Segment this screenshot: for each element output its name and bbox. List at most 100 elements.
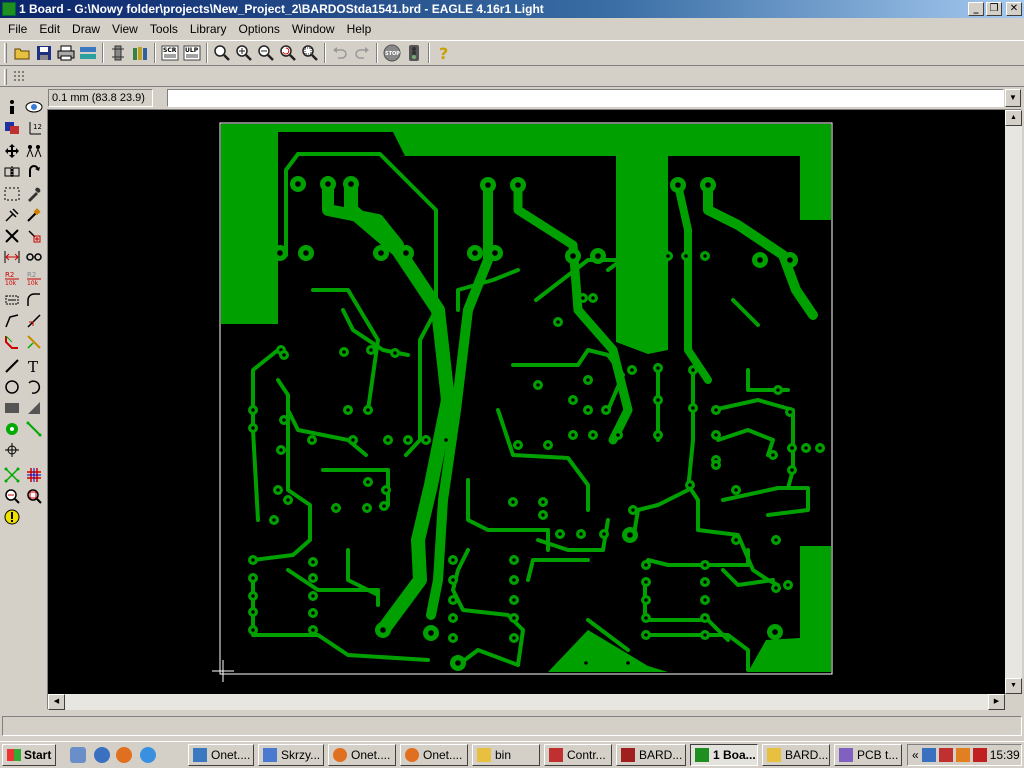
scroll-up-button[interactable]: ▲: [1005, 110, 1022, 126]
name-icon[interactable]: R2 10k: [2, 268, 22, 288]
task-button[interactable]: BARD...: [762, 744, 830, 766]
move-icon[interactable]: [2, 141, 22, 161]
auto-icon[interactable]: [24, 465, 44, 485]
scroll-down-button[interactable]: ▼: [1005, 678, 1022, 694]
task-button-active[interactable]: 1 Boa...: [690, 744, 758, 766]
task-button[interactable]: PCB t...: [834, 744, 902, 766]
task-button[interactable]: BARD...: [616, 744, 686, 766]
tray-k-icon[interactable]: [972, 748, 987, 762]
network-icon[interactable]: [921, 748, 936, 762]
board-canvas[interactable]: [48, 110, 1005, 694]
cam-icon[interactable]: [77, 42, 99, 64]
polygon-icon[interactable]: [24, 398, 44, 418]
help-icon[interactable]: ?: [433, 42, 455, 64]
task-button[interactable]: Skrzy...: [258, 744, 324, 766]
via-icon[interactable]: [2, 419, 22, 439]
smash-icon[interactable]: [2, 290, 22, 310]
errors-icon[interactable]: [2, 507, 22, 527]
minimize-button[interactable]: _: [968, 2, 984, 16]
quicklaunch-browser-icon[interactable]: [94, 747, 110, 763]
info-icon[interactable]: [2, 97, 22, 117]
ulp-icon[interactable]: ULP: [181, 42, 203, 64]
menu-draw[interactable]: Draw: [66, 20, 106, 38]
menu-view[interactable]: View: [106, 20, 144, 38]
quicklaunch-ie-icon[interactable]: [140, 747, 156, 763]
split-icon[interactable]: [2, 311, 22, 331]
menu-help[interactable]: Help: [341, 20, 378, 38]
zoom-select-icon[interactable]: [299, 42, 321, 64]
copy-icon[interactable]: [24, 141, 44, 161]
group-icon[interactable]: [2, 184, 22, 204]
circle-icon[interactable]: [2, 377, 22, 397]
maximize-button[interactable]: ❐: [986, 2, 1002, 16]
miter-icon[interactable]: [24, 290, 44, 310]
route-icon[interactable]: [2, 332, 22, 352]
menu-library[interactable]: Library: [184, 20, 233, 38]
toolbar-grip[interactable]: [4, 68, 7, 85]
scroll-left-button[interactable]: ◀: [48, 694, 65, 710]
quicklaunch-firefox-icon[interactable]: [116, 747, 132, 763]
arc-icon[interactable]: [24, 377, 44, 397]
start-button[interactable]: Start: [2, 744, 56, 766]
ripup-icon[interactable]: [24, 332, 44, 352]
menu-file[interactable]: File: [2, 20, 33, 38]
task-button[interactable]: Contr...: [544, 744, 612, 766]
menu-window[interactable]: Window: [286, 20, 341, 38]
grid-icon[interactable]: [11, 68, 29, 86]
zoom-out-icon[interactable]: [255, 42, 277, 64]
pinswap-icon[interactable]: [2, 247, 22, 267]
task-button[interactable]: bin: [472, 744, 540, 766]
add-icon[interactable]: [24, 226, 44, 246]
show-icon[interactable]: [24, 97, 44, 117]
stop-icon[interactable]: STOP: [381, 42, 403, 64]
toolbar-grip[interactable]: [4, 43, 7, 63]
tray-app-icon[interactable]: [955, 748, 970, 762]
pcb-layout[interactable]: [48, 110, 1005, 694]
menu-edit[interactable]: Edit: [33, 20, 66, 38]
mark-icon[interactable]: 12: [24, 118, 44, 138]
vertical-scrollbar[interactable]: ▲ ▼: [1005, 110, 1022, 694]
value-icon[interactable]: R2 10k: [24, 268, 44, 288]
display-icon[interactable]: [2, 118, 22, 138]
command-input[interactable]: [167, 89, 1004, 107]
tray-expand-button[interactable]: «: [912, 748, 919, 762]
hole-icon[interactable]: [2, 440, 22, 460]
use-icon[interactable]: [107, 42, 129, 64]
mirror-icon[interactable]: [2, 162, 22, 182]
quicklaunch-settings-icon[interactable]: [70, 747, 86, 763]
task-button[interactable]: Onet....: [400, 744, 468, 766]
zoom-fit-icon[interactable]: [211, 42, 233, 64]
redo-icon[interactable]: [351, 42, 373, 64]
script-icon[interactable]: SCR: [159, 42, 181, 64]
horizontal-scrollbar[interactable]: ◀ ▶: [48, 694, 1005, 710]
wire-icon[interactable]: [2, 356, 22, 376]
menu-options[interactable]: Options: [233, 20, 286, 38]
task-button[interactable]: Onet....: [328, 744, 396, 766]
print-icon[interactable]: [55, 42, 77, 64]
drawing-area[interactable]: ▲ ▼ ◀ ▶: [47, 109, 1022, 710]
delete-icon[interactable]: [24, 205, 44, 225]
change-icon[interactable]: [24, 184, 44, 204]
cut-icon[interactable]: [2, 226, 22, 246]
go-icon[interactable]: [403, 42, 425, 64]
erc-icon[interactable]: [2, 486, 22, 506]
library-icon[interactable]: [129, 42, 151, 64]
optimize-icon[interactable]: [24, 311, 44, 331]
save-icon[interactable]: [33, 42, 55, 64]
command-history-dropdown[interactable]: ▼: [1005, 89, 1021, 107]
antivirus-icon[interactable]: [938, 748, 953, 762]
text-icon[interactable]: T: [24, 356, 44, 376]
signal-icon[interactable]: [24, 419, 44, 439]
zoom-in-icon[interactable]: [233, 42, 255, 64]
drc-icon[interactable]: [24, 486, 44, 506]
task-button[interactable]: Onet....: [188, 744, 254, 766]
paste-icon[interactable]: [2, 205, 22, 225]
menu-tools[interactable]: Tools: [144, 20, 184, 38]
scroll-right-button[interactable]: ▶: [988, 694, 1005, 710]
close-button[interactable]: ✕: [1006, 2, 1022, 16]
open-icon[interactable]: [11, 42, 33, 64]
zoom-redraw-icon[interactable]: [277, 42, 299, 64]
replace-icon[interactable]: [24, 247, 44, 267]
undo-icon[interactable]: [329, 42, 351, 64]
rect-icon[interactable]: [2, 398, 22, 418]
